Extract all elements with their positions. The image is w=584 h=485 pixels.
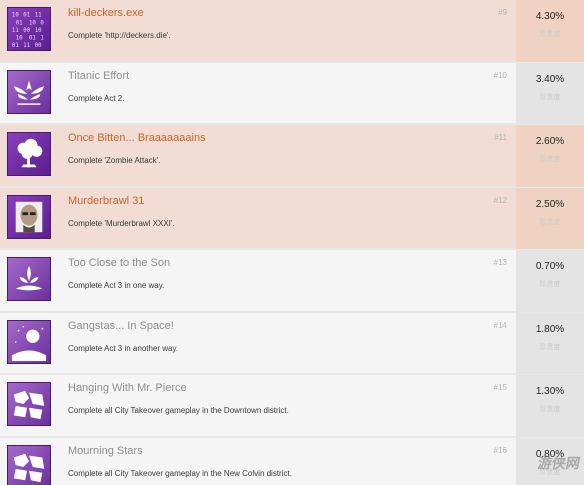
achievement-row[interactable]: Mourning Stars Complete all City Takeove… — [0, 437, 584, 485]
achievement-title[interactable]: Titanic Effort — [68, 70, 129, 82]
achievement-percent: 1.80% — [535, 323, 565, 335]
achievement-description: Complete all City Takeover gameplay in t… — [68, 406, 289, 415]
achievement-percent: 0.70% — [535, 261, 565, 272]
space-planet-icon — [7, 319, 51, 364]
achievement-row[interactable]: Hanging With Mr. Pierce Complete all Cit… — [0, 375, 584, 438]
svg-text:10: 10 — [12, 13, 19, 19]
fleur-emblem-icon — [7, 257, 51, 301]
svg-text:11: 11 — [23, 43, 30, 48]
svg-text:01: 01 — [29, 35, 36, 41]
rarity-label: 珍贵度 — [539, 406, 561, 413]
achievement-main: 10 01 11 01 10 0 11 00 10 10 01 1 01 11 00 kill-decker… — [0, 0, 516, 62]
achievement-rank: #16 — [493, 445, 507, 455]
svg-text:11: 11 — [35, 13, 42, 19]
achievement-main: Murderbrawl 31 Complete 'Murderbrawl XXX… — [0, 187, 516, 249]
achievement-rank: #10 — [493, 70, 507, 80]
achievement-rarity-panel: 2.60% 珍贵度 — [516, 125, 584, 187]
achievement-rank: #11 — [494, 133, 507, 142]
rarity-label: 珍贵度 — [539, 31, 561, 38]
svg-text:01: 01 — [16, 20, 23, 26]
achievement-rank: #13 — [493, 258, 507, 267]
svg-text:11: 11 — [12, 28, 19, 34]
svg-text:01: 01 — [23, 13, 30, 19]
achievement-list: 10 01 11 01 10 0 11 00 10 10 01 1 01 11 00 kill-decker… — [0, 0, 584, 485]
achievement-description: Complete Act 3 in one way. — [68, 281, 165, 290]
svg-text:00: 00 — [23, 28, 30, 34]
achievement-rank: #14 — [493, 320, 507, 330]
rarity-label: 珍贵度 — [539, 156, 561, 163]
achievement-main: Gangstas... In Space! Complete Act 3 in … — [0, 312, 516, 374]
achievement-rank: #15 — [493, 383, 507, 392]
svg-text:0: 0 — [40, 20, 44, 26]
brain-tree-icon — [7, 132, 51, 176]
achievement-main: Hanging With Mr. Pierce Complete all Cit… — [0, 375, 516, 437]
achievement-description: Complete Act 3 in another way. — [68, 343, 179, 353]
svg-text:1: 1 — [40, 35, 44, 41]
achievement-row[interactable]: Once Bitten... Braaaaaaains Complete 'Zo… — [0, 125, 584, 188]
matrix-code-icon: 10 01 11 01 10 0 11 00 10 10 01 1 01 11 00 — [7, 7, 51, 51]
achievement-title[interactable]: Once Bitten... Braaaaaaains — [68, 132, 206, 144]
achievement-title[interactable]: Too Close to the Son — [68, 257, 170, 269]
rarity-label: 珍贵度 — [539, 281, 561, 288]
watermark-logo: 游侠网 — [536, 456, 582, 472]
svg-text:10: 10 — [16, 35, 23, 41]
portrait-icon — [7, 194, 51, 239]
city-district-icon — [7, 444, 51, 485]
achievement-description: Complete 'Zombie Attack'. — [68, 156, 161, 165]
achievement-description: Complete 'http://deckers.die'. — [68, 31, 171, 40]
achievement-main: Titanic Effort Complete Act 2. #10 — [0, 62, 516, 124]
achievement-main: Mourning Stars Complete all City Takeove… — [0, 437, 516, 485]
svg-text:00: 00 — [35, 43, 42, 48]
rarity-label: 珍贵度 — [539, 343, 561, 351]
achievement-description: Complete all City Takeover gameplay in t… — [68, 468, 292, 478]
achievement-row[interactable]: Gangstas... In Space! Complete Act 3 in … — [0, 312, 584, 375]
achievement-description: Complete Act 2. — [68, 93, 125, 103]
achievement-title[interactable]: Hanging With Mr. Pierce — [68, 382, 187, 394]
svg-text:01: 01 — [12, 43, 19, 48]
svg-text:10: 10 — [35, 28, 42, 34]
achievement-percent: 1.30% — [535, 386, 565, 397]
achievement-row[interactable]: Too Close to the Son Complete Act 3 in o… — [0, 250, 584, 313]
svg-text:10: 10 — [29, 20, 36, 26]
achievement-rarity-panel: 4.30% 珍贵度 — [516, 0, 584, 62]
achievement-percent: 3.40% — [535, 73, 565, 85]
achievement-title[interactable]: Mourning Stars — [68, 445, 143, 457]
achievement-row[interactable]: 10 01 11 01 10 0 11 00 10 10 01 1 01 11 00 kill-decker… — [0, 0, 584, 63]
achievement-percent: 4.30% — [535, 11, 565, 22]
achievement-rarity-panel: 3.40% 珍贵度 — [516, 62, 584, 124]
achievement-main: Once Bitten... Braaaaaaains Complete 'Zo… — [0, 125, 516, 187]
rarity-label: 珍贵度 — [539, 218, 561, 226]
achievement-rarity-panel: 0.70% 珍贵度 — [516, 250, 584, 312]
achievement-description: Complete 'Murderbrawl XXXI'. — [68, 218, 175, 228]
achievement-row[interactable]: Titanic Effort Complete Act 2. #10 3.40%… — [0, 62, 584, 125]
achievement-title[interactable]: kill-deckers.exe — [68, 7, 144, 19]
city-district-icon — [7, 382, 51, 426]
achievement-rarity-panel: 2.50% 珍贵度 — [516, 187, 584, 249]
achievement-row[interactable]: Murderbrawl 31 Complete 'Murderbrawl XXX… — [0, 187, 584, 250]
achievement-title[interactable]: Murderbrawl 31 — [68, 195, 144, 207]
achievement-title[interactable]: Gangstas... In Space! — [68, 320, 174, 332]
achievement-percent: 2.60% — [535, 136, 565, 147]
achievement-rarity-panel: 1.30% 珍贵度 — [516, 375, 584, 437]
achievement-rarity-panel: 1.80% 珍贵度 — [516, 312, 584, 374]
achievement-rank: #12 — [493, 195, 507, 205]
rarity-label: 珍贵度 — [539, 93, 561, 101]
achievement-percent: 2.50% — [535, 198, 565, 210]
achievement-main: Too Close to the Son Complete Act 3 in o… — [0, 250, 516, 312]
winged-emblem-icon — [7, 69, 51, 114]
achievement-rank: #9 — [498, 8, 507, 17]
